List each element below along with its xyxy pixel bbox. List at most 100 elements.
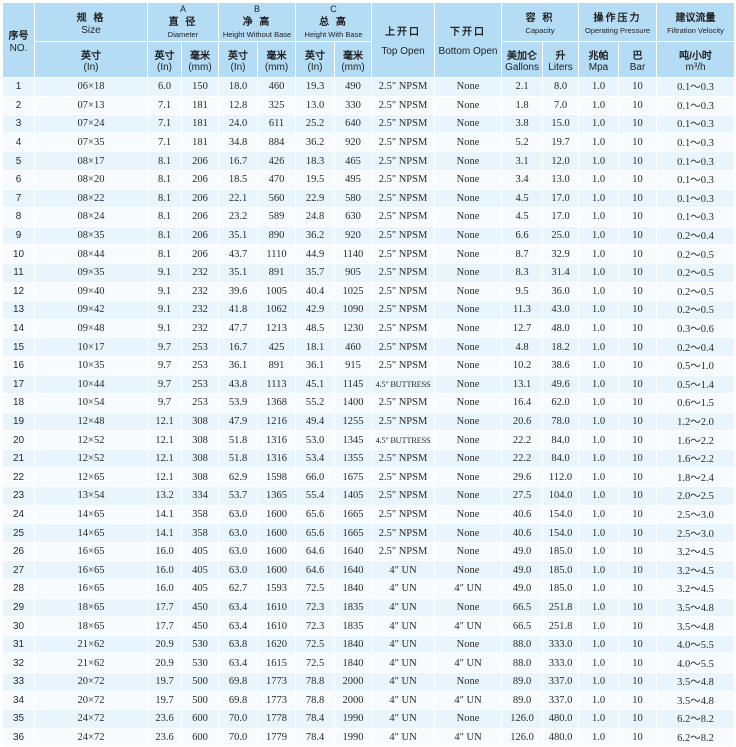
- cell-filtration-velocity: 3.2～4.5: [656, 579, 736, 599]
- cell-capacity-gallons: 88.0: [501, 653, 544, 673]
- cell-diameter-in: 13.2: [147, 486, 182, 506]
- cell-pressure-bar: 10: [618, 226, 658, 246]
- table-row: 1 06×18 6.0 150 18.0 460 19.3 490 2.5" NPSM None 2…: [2, 77, 736, 97]
- subheader-capacity-liters: 升 Liters: [542, 41, 580, 78]
- cell-top-open: 2.5" NPSM: [371, 170, 436, 190]
- cell-filtration-velocity: 4.0～5.5: [656, 653, 736, 673]
- cell-no: 18: [2, 393, 35, 413]
- cell-top-open: 2.5" NPSM: [371, 244, 436, 264]
- cell-diameter-in: 9.1: [147, 282, 182, 302]
- cell-pressure-bar: 10: [618, 170, 658, 190]
- cell-height-without-base-in: 51.8: [218, 430, 258, 450]
- cell-pressure-bar: 10: [618, 486, 658, 506]
- cell-height-without-base-mm: 891: [257, 356, 296, 376]
- table-row: 11 09×35 9.1 232 35.1 891 35.7 905 2.5" NPSM None…: [2, 263, 736, 283]
- subheader-velocity-unit: 吨/小时 m³/h: [656, 41, 736, 78]
- cell-height-with-base-mm: 2000: [334, 672, 373, 692]
- table-row: 34 20×72 19.7 500 69.8 1773 78.8 2000 4" UN 4" UN…: [2, 691, 736, 711]
- cell-capacity-gallons: 126.0: [501, 728, 544, 747]
- cell-height-with-base-in: 66.0: [295, 467, 335, 488]
- cell-filtration-velocity: 0.1～0.3: [656, 77, 736, 97]
- cell-bottom-open: None: [434, 635, 503, 655]
- cell-capacity-liters: 18.2: [542, 337, 580, 357]
- cell-height-without-base-in: 41.8: [218, 300, 258, 320]
- cell-pressure-mpa: 1.0: [578, 467, 620, 488]
- cell-size: 08×22: [34, 189, 148, 209]
- cell-filtration-velocity: 1.6～2.2: [656, 449, 736, 469]
- cell-pressure-mpa: 1.0: [578, 300, 620, 320]
- cell-filtration-velocity: 6.2～8.2: [656, 728, 736, 747]
- cell-pressure-bar: 10: [618, 133, 658, 153]
- cell-diameter-mm: 206: [181, 170, 219, 190]
- cell-capacity-liters: 25.0: [542, 226, 580, 246]
- cell-pressure-mpa: 1.0: [578, 635, 620, 655]
- cell-capacity-gallons: 27.5: [501, 486, 544, 506]
- cell-pressure-mpa: 1.0: [578, 189, 620, 209]
- cell-height-with-base-in: 40.4: [295, 282, 335, 302]
- cell-height-without-base-mm: 426: [257, 151, 296, 171]
- table-row: 12 09×40 9.1 232 39.6 1005 40.4 1025 2.5" NPSM No…: [2, 282, 736, 302]
- cell-height-without-base-mm: 1600: [257, 560, 296, 581]
- cell-height-with-base-mm: 920: [334, 226, 373, 246]
- cell-top-open: 2.5" NPSM: [371, 393, 436, 413]
- cell-no: 15: [2, 337, 35, 357]
- cell-capacity-gallons: 49.0: [501, 560, 544, 581]
- cell-bottom-open: None: [434, 505, 503, 525]
- cell-pressure-mpa: 1.0: [578, 598, 620, 618]
- cell-height-with-base-in: 55.4: [295, 486, 335, 506]
- cell-top-open: 4" UN: [371, 616, 436, 636]
- cell-bottom-open: None: [434, 542, 503, 562]
- specification-table: 序号 NO. 规 格 Size A 直 径 Diameter B 净 高 Hei…: [2, 3, 736, 747]
- cell-height-without-base-mm: 1316: [257, 449, 296, 469]
- cell-diameter-mm: 450: [181, 616, 219, 636]
- cell-capacity-gallons: 40.6: [501, 523, 544, 543]
- cell-pressure-mpa: 1.0: [578, 170, 620, 190]
- table-row: 27 16×65 16.0 405 63.0 1600 64.6 1640 4" UN None 4…: [2, 560, 736, 581]
- cell-filtration-velocity: 0.5～1.0: [656, 356, 736, 376]
- cell-capacity-liters: 480.0: [542, 728, 580, 747]
- cell-capacity-liters: 185.0: [542, 560, 580, 581]
- cell-filtration-velocity: 3.5～4.8: [656, 616, 736, 636]
- header-filtration-velocity: 建议流量 Filtration Velocity: [656, 3, 736, 42]
- table-row: 29 18×65 17.7 450 63.4 1610 72.3 1835 4" UN None 6…: [2, 598, 736, 618]
- cell-height-with-base-mm: 1990: [334, 709, 373, 729]
- cell-filtration-velocity: 0.2～0.5: [656, 244, 736, 264]
- cell-top-open: 2.5" NPSM: [371, 319, 436, 339]
- cell-bottom-open: None: [434, 170, 503, 190]
- cell-height-with-base-in: 42.9: [295, 300, 335, 320]
- table-row: 6 08×20 8.1 206 18.5 470 19.5 495 2.5" NPSM None 3…: [2, 170, 736, 190]
- table-row: 8 08×24 8.1 206 23.2 589 24.8 630 2.5" NPSM None 4…: [2, 207, 736, 227]
- cell-diameter-in: 8.1: [147, 226, 182, 246]
- header-capacity: 容 积 Capacity: [501, 3, 580, 42]
- cell-pressure-bar: 10: [618, 356, 658, 376]
- cell-pressure-bar: 10: [618, 598, 658, 618]
- cell-height-with-base-mm: 1640: [334, 560, 373, 581]
- cell-capacity-liters: 154.0: [542, 505, 580, 525]
- cell-pressure-bar: 10: [618, 616, 658, 636]
- cell-height-without-base-in: 18.5: [218, 170, 258, 190]
- cell-diameter-in: 8.1: [147, 244, 182, 264]
- table-header: 序号 NO. 规 格 Size A 直 径 Diameter B 净 高 Hei…: [2, 3, 736, 78]
- cell-pressure-mpa: 1.0: [578, 579, 620, 599]
- cell-filtration-velocity: 0.1～0.3: [656, 151, 736, 171]
- cell-height-with-base-mm: 1230: [334, 319, 373, 339]
- cell-bottom-open: None: [434, 430, 503, 450]
- cell-height-without-base-in: 62.7: [218, 579, 258, 599]
- cell-pressure-bar: 10: [618, 282, 658, 302]
- cell-height-with-base-mm: 640: [334, 114, 373, 134]
- cell-pressure-bar: 10: [618, 96, 658, 116]
- table-row: 35 24×72 23.6 600 70.0 1778 78.4 1990 4" UN None 1…: [2, 709, 736, 729]
- cell-no: 22: [2, 467, 35, 488]
- cell-height-without-base-in: 63.0: [218, 560, 258, 581]
- cell-height-with-base-mm: 905: [334, 263, 373, 283]
- cell-bottom-open: 4" UN: [434, 653, 503, 673]
- cell-no: 21: [2, 449, 35, 469]
- cell-bottom-open: None: [434, 96, 503, 116]
- cell-size: 09×48: [34, 319, 148, 339]
- cell-diameter-mm: 405: [181, 560, 219, 581]
- cell-bottom-open: None: [434, 300, 503, 320]
- cell-top-open: 2.5" NPSM: [371, 505, 436, 525]
- cell-diameter-mm: 450: [181, 598, 219, 618]
- cell-height-without-base-mm: 1593: [257, 579, 296, 599]
- cell-top-open: 4.5" BUTTRESS: [371, 375, 436, 395]
